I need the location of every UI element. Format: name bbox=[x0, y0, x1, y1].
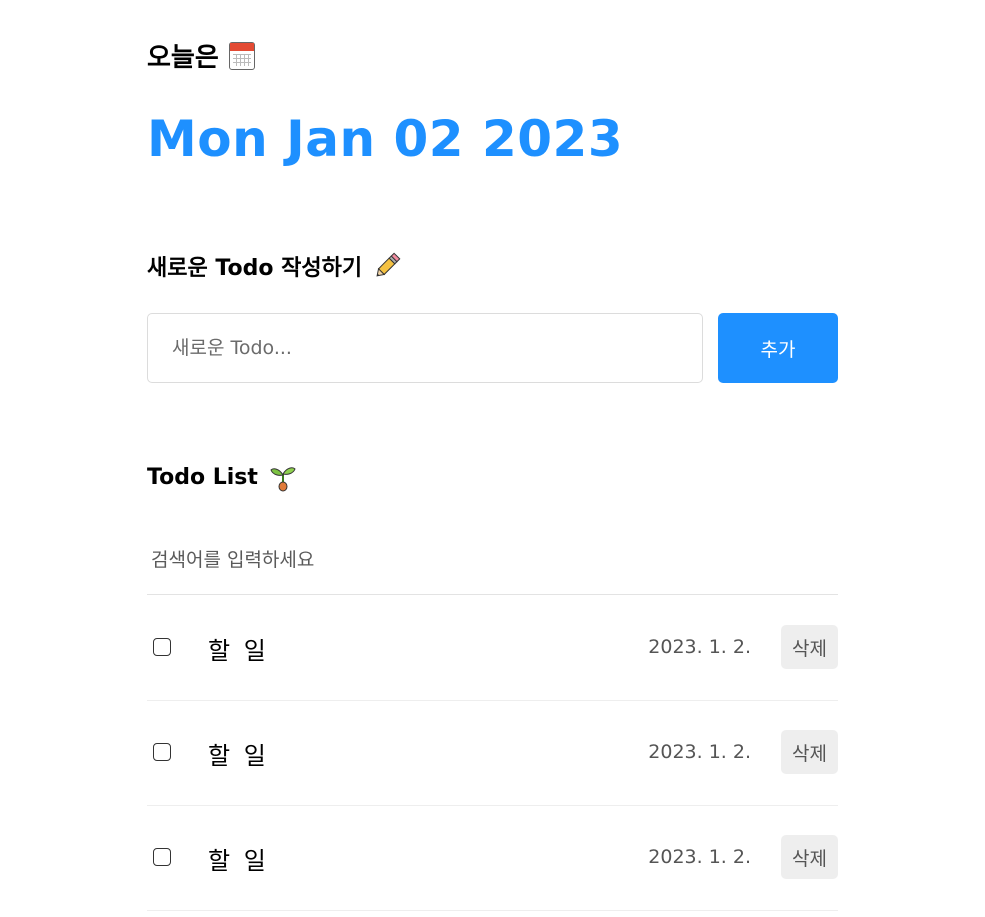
calendar-icon bbox=[228, 41, 255, 70]
add-button[interactable]: 추가 bbox=[718, 313, 838, 383]
todo-item: 할 일 2023. 1. 2. 삭제 bbox=[147, 596, 838, 701]
todo-content: 할 일 bbox=[208, 742, 269, 770]
delete-button[interactable]: 삭제 bbox=[781, 730, 838, 774]
today-label: 오늘은 bbox=[147, 43, 219, 73]
todo-editor: 추가 bbox=[147, 313, 838, 383]
todo-content: 할 일 bbox=[208, 637, 269, 665]
todo-checkbox[interactable] bbox=[153, 743, 171, 761]
pencil-icon bbox=[376, 252, 401, 277]
search-input[interactable] bbox=[147, 525, 838, 595]
todo-item: 할 일 2023. 1. 2. 삭제 bbox=[147, 701, 838, 806]
todo-date: 2023. 1. 2. bbox=[648, 846, 751, 868]
new-todo-input[interactable] bbox=[147, 313, 703, 383]
today-heading: 오늘은 bbox=[147, 37, 255, 74]
new-todo-title: 새로운 Todo 작성하기 bbox=[147, 256, 363, 281]
todo-item: 할 일 2023. 1. 2. 삭제 bbox=[147, 806, 838, 911]
todo-date: 2023. 1. 2. bbox=[648, 741, 751, 763]
todo-content: 할 일 bbox=[208, 847, 269, 875]
delete-button[interactable]: 삭제 bbox=[781, 625, 838, 669]
todo-checkbox[interactable] bbox=[153, 848, 171, 866]
today-date: Mon Jan 02 2023 bbox=[147, 110, 624, 168]
todo-date: 2023. 1. 2. bbox=[648, 636, 751, 658]
todo-list-heading: Todo List bbox=[147, 462, 298, 492]
todo-list-title: Todo List bbox=[147, 464, 258, 490]
delete-button[interactable]: 삭제 bbox=[781, 835, 838, 879]
sprout-icon bbox=[270, 467, 296, 492]
todo-checkbox[interactable] bbox=[153, 638, 171, 656]
new-todo-heading: 새로운 Todo 작성하기 bbox=[147, 250, 402, 282]
